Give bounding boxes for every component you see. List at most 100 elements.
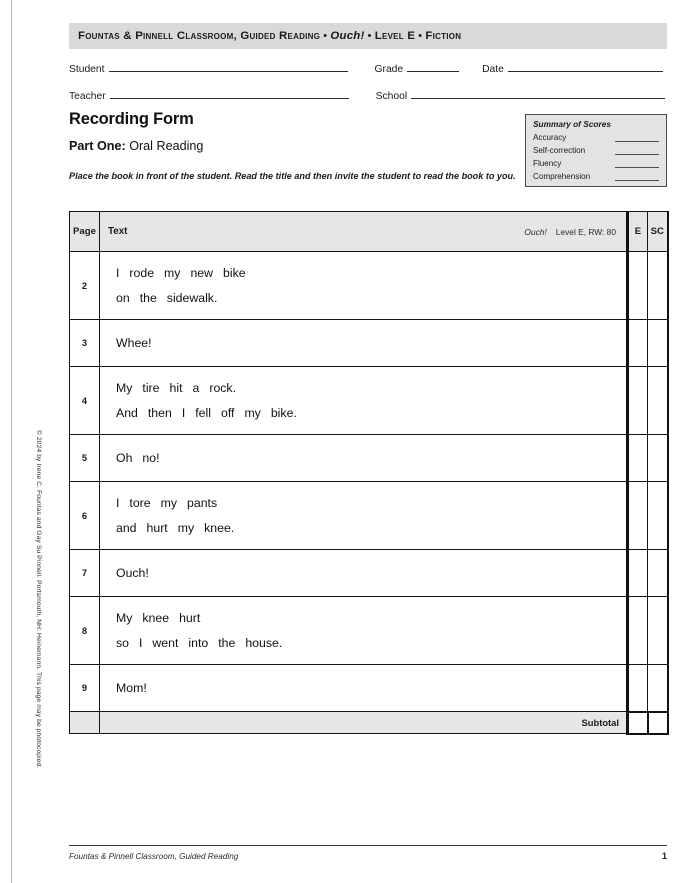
- summary-label-fluency: Fluency: [533, 159, 562, 168]
- row-page-number: 5: [69, 434, 100, 482]
- row-errors-box[interactable]: [626, 481, 648, 550]
- school-label: School: [375, 91, 408, 102]
- identification-row-2: Teacher School: [69, 87, 667, 102]
- row-selfcorrections-box[interactable]: [647, 434, 669, 482]
- text-line: on the sidewalk.: [116, 290, 218, 305]
- grade-label: Grade: [374, 64, 404, 75]
- text-line: Irode my new bike: [116, 265, 246, 280]
- row-selfcorrections-box[interactable]: [647, 481, 669, 550]
- student-field[interactable]: Student: [69, 60, 348, 75]
- summary-row-fluency: Fluency: [533, 157, 659, 170]
- series-name: Fountas & Pinnell Classroom, Guided Read…: [78, 30, 321, 42]
- table-row: 4 My tire hit a rock. And then Ifell off my bike.: [69, 366, 669, 435]
- row-errors-box[interactable]: [626, 664, 648, 712]
- row-selfcorrections-box[interactable]: [647, 596, 669, 665]
- teacher-field[interactable]: Teacher: [69, 87, 349, 102]
- document-title-band: Fountas & Pinnell Classroom, Guided Read…: [69, 23, 667, 49]
- part-label: Part One:: [69, 139, 126, 153]
- table-row: 9 Mom!: [69, 664, 669, 712]
- row-text: My knee hurt so Iwent into the house.: [99, 596, 628, 665]
- title-separator-1: •: [323, 30, 328, 42]
- page-footer: Fountas & Pinnell Classroom, Guided Read…: [69, 851, 667, 861]
- row-errors-box[interactable]: [626, 596, 648, 665]
- row-errors-box[interactable]: [626, 251, 648, 320]
- subtotal-page-cell: [69, 711, 100, 734]
- date-input[interactable]: [507, 60, 663, 72]
- row-errors-box[interactable]: [626, 366, 648, 435]
- text-line: Itore my pants: [116, 495, 218, 510]
- row-selfcorrections-box[interactable]: [647, 366, 669, 435]
- student-input[interactable]: [108, 60, 348, 72]
- identification-row-1: Student Grade Date: [69, 60, 667, 75]
- row-text: Ouch!: [99, 549, 628, 597]
- summary-input-comprehension[interactable]: [615, 172, 659, 181]
- table-header-row: Page Text Ouch! Level E, RW: 80 E SC: [69, 211, 669, 252]
- row-errors-box[interactable]: [626, 549, 648, 597]
- book-title: Ouch!: [330, 30, 365, 42]
- row-text: Itore my pants and hurt my knee.: [99, 481, 628, 550]
- row-text: My tire hit a rock. And then Ifell off my bike.: [99, 366, 628, 435]
- text-line: My tire hit a rock.: [116, 380, 236, 395]
- summary-title: Summary of Scores: [533, 119, 611, 129]
- title-band-text: Fountas & Pinnell Classroom, Guided Read…: [69, 30, 461, 42]
- row-text: Oh no!: [99, 434, 628, 482]
- row-errors-box[interactable]: [626, 319, 648, 367]
- summary-row-self-correction: Self-correction: [533, 144, 659, 157]
- text-line: And then Ifell off my bike.: [116, 405, 297, 420]
- grade-input[interactable]: [407, 60, 460, 72]
- date-field[interactable]: Date: [482, 60, 663, 75]
- part-heading: Part One: Oral Reading: [69, 139, 203, 153]
- book-info: Ouch! Level E, RW: 80: [524, 227, 616, 237]
- column-header-sc: SC: [647, 211, 669, 252]
- subtotal-selfcorrections-box[interactable]: [646, 710, 669, 735]
- title-separator-2: •: [367, 30, 372, 42]
- summary-row-comprehension: Comprehension: [533, 170, 659, 183]
- summary-input-fluency[interactable]: [615, 159, 659, 168]
- copyright-notice: © 2024 by Irene C. Fountas and Gay Su Pi…: [35, 430, 42, 769]
- row-selfcorrections-box[interactable]: [647, 549, 669, 597]
- summary-input-self-correction[interactable]: [615, 146, 659, 155]
- subtotal-errors-box[interactable]: [626, 710, 649, 735]
- summary-input-accuracy[interactable]: [615, 133, 659, 142]
- teacher-input[interactable]: [109, 87, 349, 99]
- row-errors-box[interactable]: [626, 434, 648, 482]
- column-header-e: E: [626, 211, 648, 252]
- book-info-level-rw: Level E, RW: 80: [555, 226, 616, 237]
- summary-label-accuracy: Accuracy: [533, 133, 567, 142]
- school-field[interactable]: School: [375, 87, 666, 102]
- table-foot: Subtotal: [69, 710, 669, 735]
- teacher-label: Teacher: [69, 91, 106, 102]
- row-selfcorrections-box[interactable]: [647, 251, 669, 320]
- row-page-number: 4: [69, 366, 100, 435]
- summary-of-scores-box: Summary of Scores Accuracy Self-correcti…: [525, 114, 667, 187]
- part-value: Oral Reading: [129, 139, 204, 153]
- row-selfcorrections-box[interactable]: [647, 319, 669, 367]
- row-page-number: 7: [69, 549, 100, 597]
- student-label: Student: [69, 64, 105, 75]
- row-selfcorrections-box[interactable]: [647, 664, 669, 712]
- text-line: so Iwent into the house.: [116, 635, 283, 650]
- row-page-number: 8: [69, 596, 100, 665]
- school-input[interactable]: [411, 87, 666, 99]
- table-row: 8 My knee hurt so Iwent into the house.: [69, 596, 669, 665]
- grade-field[interactable]: Grade: [375, 60, 460, 75]
- date-label: Date: [482, 64, 504, 75]
- subtotal-row: Subtotal: [69, 710, 669, 735]
- table-row: 7 Ouch!: [69, 549, 669, 597]
- row-page-number: 9: [69, 664, 100, 712]
- text-line: and hurt my knee.: [116, 520, 235, 535]
- row-text: Whee!: [99, 319, 628, 367]
- summary-label-comprehension: Comprehension: [533, 172, 591, 181]
- row-text: Mom!: [99, 664, 628, 712]
- column-header-page: Page: [69, 211, 100, 252]
- instruction-text: Place the book in front of the student. …: [69, 171, 516, 181]
- footer-page-number: 1: [661, 851, 667, 861]
- book-level: Level E: [374, 30, 416, 42]
- table-body: 2 Irode my new bike on the sidewalk. 3 Whee! …: [69, 251, 669, 712]
- table-row: 3 Whee!: [69, 319, 669, 367]
- column-header-text: Text Ouch! Level E, RW: 80: [99, 211, 628, 252]
- oral-reading-record-table: Page Text Ouch! Level E, RW: 80 E SC 2 Ir…: [69, 211, 669, 735]
- page-sheet: © 2024 by Irene C. Fountas and Gay Su Pi…: [11, 0, 696, 883]
- summary-label-self-correction: Self-correction: [533, 146, 586, 155]
- row-page-number: 6: [69, 481, 100, 550]
